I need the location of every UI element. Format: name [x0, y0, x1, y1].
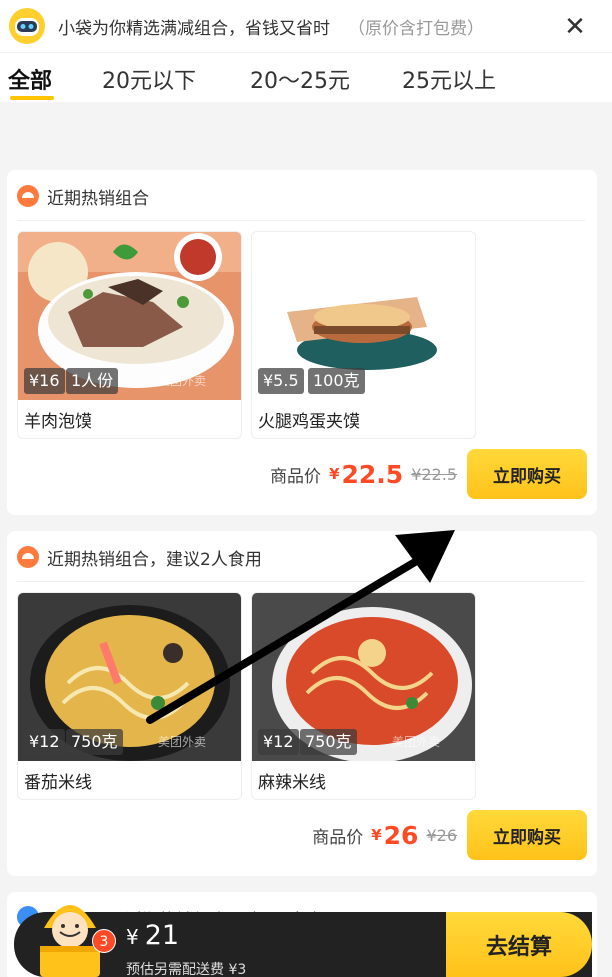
banner-note: （原价含打包费）	[348, 19, 484, 39]
price-tag: ¥12	[24, 729, 65, 755]
product-item[interactable]: ¥16 1人份 美团外卖 羊肉泡馍	[17, 231, 242, 439]
combo-title: 近期热销组合，建议2人食用	[47, 549, 262, 570]
product-item[interactable]: ¥12 750克 美团外卖 番茄米线	[17, 592, 242, 800]
active-tab-indicator	[10, 96, 54, 100]
unit-tag: 100克	[308, 368, 365, 394]
combo-header: 近期热销组合，建议2人食用	[17, 545, 262, 570]
combo-price-row: 商品价 ¥ 26 ¥26 立即购买	[312, 809, 587, 861]
image-watermark: 美团外卖	[392, 735, 441, 749]
divider	[17, 581, 585, 582]
product-name: 火腿鸡蛋夹馍	[258, 412, 360, 432]
combo-header: 近期热销组合	[17, 184, 149, 209]
robot-mascot-icon	[9, 8, 45, 44]
close-icon[interactable]: ✕	[562, 14, 588, 40]
checkout-button[interactable]: 去结算	[446, 912, 592, 977]
price-tag: ¥5.5	[258, 368, 304, 394]
original-price: ¥22.5	[411, 464, 457, 484]
hot-sale-icon	[17, 185, 39, 207]
cart-total: ¥21	[126, 920, 179, 951]
unit-tag: 750克	[300, 729, 357, 755]
cart-count-badge: 3	[92, 929, 116, 953]
tab-all[interactable]: 全部	[8, 63, 52, 95]
combo-card: 近期热销组合 ¥16 1人份 美团外卖 羊肉泡馍 ¥5.5 100克 美团外卖 …	[7, 170, 597, 515]
price-label: 商品价	[312, 827, 364, 848]
image-watermark: 美团外卖	[392, 374, 441, 388]
buy-now-button[interactable]: 立即购买	[467, 810, 587, 860]
top-banner: 小袋为你精选满减组合，省钱又省时 （原价含打包费） ✕	[0, 0, 612, 52]
image-watermark: 美团外卖	[158, 374, 207, 388]
unit-tag: 1人份	[66, 368, 119, 394]
hot-sale-icon	[17, 546, 39, 568]
banner-message: 小袋为你精选满减组合，省钱又省时 （原价含打包费）	[58, 14, 484, 39]
price-tag: ¥16	[24, 368, 65, 394]
unit-tag: 750克	[66, 729, 123, 755]
combo-price-row: 商品价 ¥ 22.5 ¥22.5 立即购买	[270, 448, 587, 500]
tab-over-25[interactable]: 25元以上	[402, 63, 496, 95]
delivery-fee-note: 预估另需配送费 ¥3	[126, 962, 247, 977]
image-watermark: 美团外卖	[158, 735, 207, 749]
buy-now-button[interactable]: 立即购买	[467, 449, 587, 499]
product-item[interactable]: ¥5.5 100克 美团外卖 火腿鸡蛋夹馍	[251, 231, 476, 439]
product-name: 麻辣米线	[258, 773, 326, 793]
price-filter-tabs: 全部 20元以下 20～25元 25元以上	[0, 52, 612, 102]
product-name: 番茄米线	[24, 773, 92, 793]
divider	[17, 220, 585, 221]
original-price: ¥26	[426, 825, 457, 845]
current-price: 22.5	[341, 459, 404, 489]
price-tag: ¥12	[258, 729, 299, 755]
currency-symbol: ¥	[371, 826, 382, 844]
price-label: 商品价	[270, 466, 322, 487]
product-item[interactable]: ¥12 750克 美团外卖 麻辣米线	[251, 592, 476, 800]
cart-total-amount: 21	[144, 920, 180, 951]
product-name: 羊肉泡馍	[24, 412, 92, 432]
currency-symbol: ¥	[329, 465, 340, 483]
tab-20-to-25[interactable]: 20～25元	[250, 63, 350, 95]
combo-title: 近期热销组合	[47, 188, 149, 209]
tab-under-20[interactable]: 20元以下	[102, 63, 196, 95]
current-price: 26	[383, 820, 419, 850]
combo-card: 近期热销组合，建议2人食用 ¥12 750克 美团外卖 番茄米线 ¥12 750…	[7, 531, 597, 876]
banner-text: 小袋为你精选满减组合，省钱又省时	[58, 19, 330, 39]
cart-currency: ¥	[126, 925, 139, 949]
